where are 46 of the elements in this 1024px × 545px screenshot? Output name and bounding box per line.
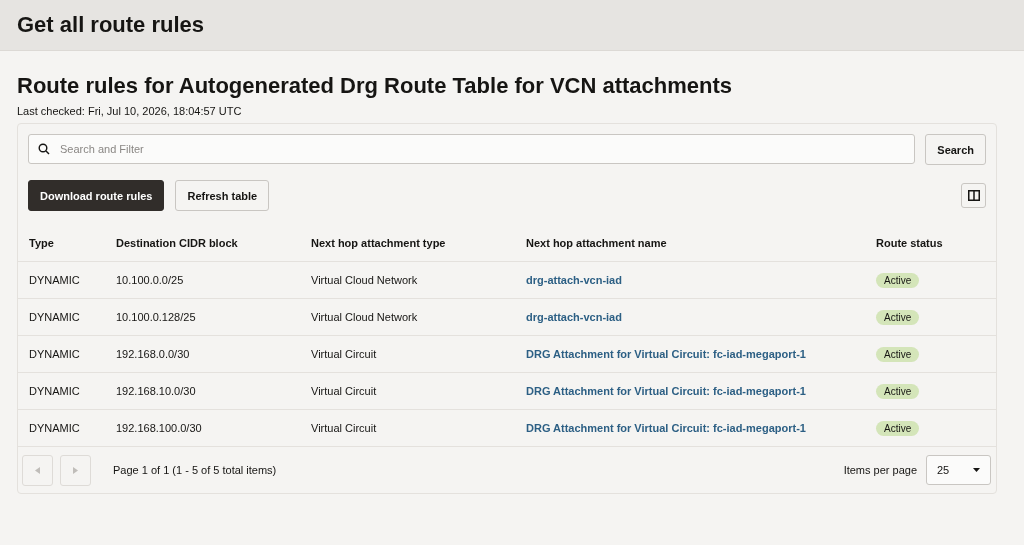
attachment-link[interactable]: drg-attach-vcn-iad bbox=[526, 274, 622, 286]
columns-button[interactable] bbox=[961, 183, 986, 208]
download-button[interactable]: Download route rules bbox=[28, 180, 165, 211]
table-cell-text: DYNAMIC bbox=[29, 348, 81, 360]
status-badge: Active bbox=[876, 420, 920, 436]
page-title: Get all route rules bbox=[17, 12, 205, 38]
attachment-link[interactable]: DRG Attachment for Virtual Circuit: fc-iad-megaport-1 bbox=[526, 422, 806, 434]
table-cell-text: Virtual Circuit bbox=[311, 385, 378, 397]
column-header: Next hop attachment type bbox=[311, 237, 447, 249]
column-header: Type bbox=[29, 237, 55, 249]
table-cell-text: Virtual Circuit bbox=[311, 422, 378, 434]
page-summary: Page 1 of 1 (1 - 5 of 5 total items) bbox=[113, 464, 277, 476]
attachment-link[interactable]: drg-attach-vcn-iad bbox=[526, 311, 622, 323]
table-cell-text: DYNAMIC bbox=[29, 274, 81, 286]
table-cell-text: Virtual Cloud Network bbox=[311, 311, 419, 323]
right-caret-icon bbox=[73, 466, 78, 474]
last-checked-text: Last checked: Fri, Jul 10, 2026, 18:04:57 UTC bbox=[17, 105, 243, 117]
table-cell-text: Virtual Circuit bbox=[311, 348, 378, 360]
table-cell-text: 192.168.10.0/30 bbox=[116, 385, 197, 397]
table-cell-text: 192.168.0.0/30 bbox=[116, 348, 191, 360]
status-badge: Active bbox=[876, 309, 920, 325]
section-title: Route rules for Autogenerated Drg Route Table for VCN attachments bbox=[17, 73, 734, 99]
items-per-page-label: Items per page bbox=[843, 464, 917, 476]
attachment-link[interactable]: DRG Attachment for Virtual Circuit: fc-iad-megaport-1 bbox=[526, 385, 806, 397]
left-caret-icon bbox=[35, 466, 40, 474]
status-badge: Active bbox=[876, 383, 920, 399]
status-badge: Active bbox=[876, 346, 920, 362]
column-header: Destination CIDR block bbox=[116, 237, 239, 249]
search-icon bbox=[38, 143, 50, 155]
attachment-link[interactable]: DRG Attachment for Virtual Circuit: fc-iad-megaport-1 bbox=[526, 348, 806, 360]
column-header: Route status bbox=[876, 237, 944, 249]
table-cell-text: Virtual Cloud Network bbox=[311, 274, 419, 286]
column-header: Next hop attachment name bbox=[526, 237, 668, 249]
table-cell-text: DYNAMIC bbox=[29, 422, 81, 434]
caret-down-icon bbox=[973, 468, 980, 472]
table-cell-text: DYNAMIC bbox=[29, 311, 81, 323]
table-cell-text: DYNAMIC bbox=[29, 385, 81, 397]
status-badge: Active bbox=[876, 272, 920, 288]
search-button[interactable]: Search bbox=[925, 134, 986, 165]
search-field[interactable]: Search and Filter bbox=[28, 134, 916, 164]
table-cell-text: 10.100.0.128/25 bbox=[116, 311, 197, 323]
refresh-button[interactable]: Refresh table bbox=[175, 180, 270, 211]
table-cell-text: 10.100.0.0/25 bbox=[116, 274, 185, 286]
columns-icon bbox=[967, 190, 980, 201]
table-cell-text: 192.168.100.0/30 bbox=[116, 422, 203, 434]
items-per-page-select[interactable]: 25 bbox=[926, 455, 991, 485]
